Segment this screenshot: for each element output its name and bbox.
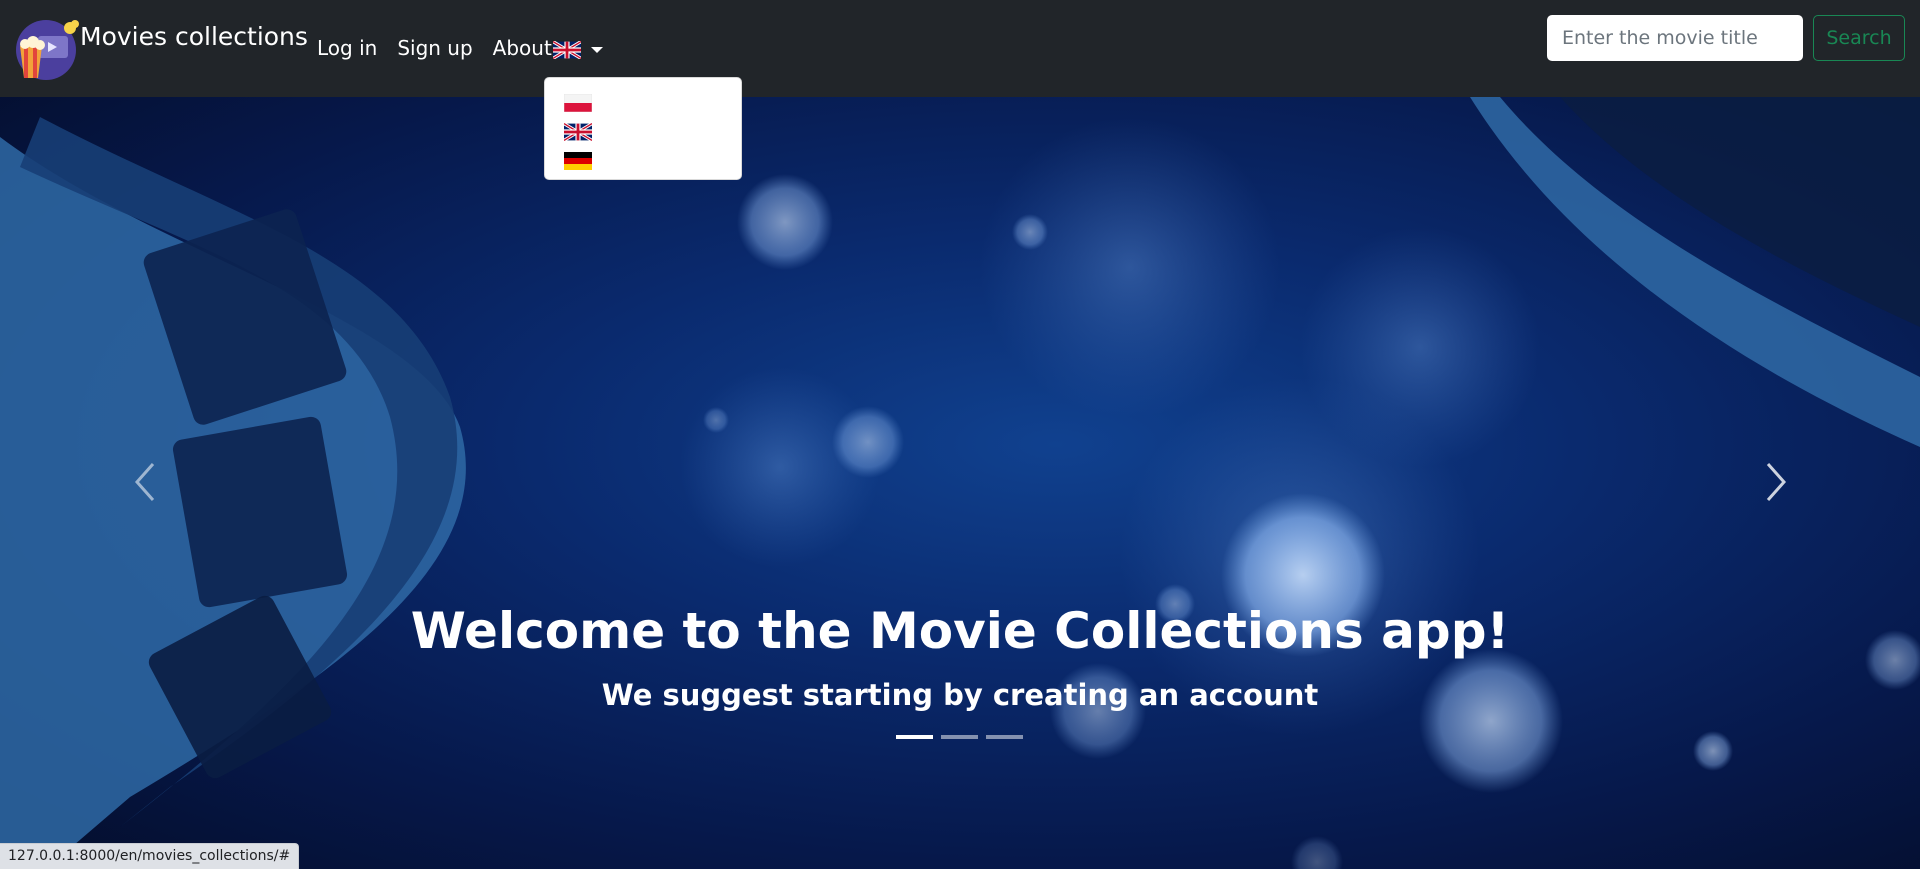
signup-link[interactable]: Sign up — [397, 36, 472, 60]
top-navbar: Movies collections Log in Sign up About … — [0, 0, 1920, 97]
carousel-indicator-3[interactable] — [986, 735, 1023, 739]
carousel-indicator-1[interactable] — [896, 735, 933, 739]
chevron-left-icon — [134, 463, 155, 501]
language-option-polish[interactable] — [545, 94, 741, 121]
uk-flag-icon — [564, 123, 592, 141]
language-dropdown-toggle[interactable] — [553, 41, 603, 59]
hero-subtitle: We suggest starting by creating an accou… — [601, 678, 1319, 712]
language-option-english[interactable] — [545, 123, 741, 150]
chevron-down-icon — [591, 47, 603, 53]
germany-flag-icon — [564, 152, 592, 170]
browser-status-url: 127.0.0.1:8000/en/movies_collections/# — [0, 843, 300, 869]
film-reel-background-image — [0, 97, 1920, 869]
hero-carousel — [0, 97, 1920, 869]
search-button[interactable]: Search — [1813, 15, 1905, 61]
carousel-next-button[interactable] — [1756, 457, 1796, 507]
movie-search-input[interactable] — [1547, 15, 1803, 61]
carousel-indicators — [896, 735, 1023, 739]
brand-title: Movies collections — [80, 22, 308, 51]
brand[interactable]: Movies collections — [12, 16, 308, 80]
language-menu — [544, 77, 742, 180]
chevron-right-icon — [1766, 463, 1787, 501]
about-link[interactable]: About — [493, 36, 552, 60]
carousel-prev-button[interactable] — [125, 457, 165, 507]
popcorn-logo-icon — [16, 20, 79, 80]
language-option-german[interactable] — [545, 152, 741, 179]
carousel-indicator-2[interactable] — [941, 735, 978, 739]
poland-flag-icon — [564, 94, 592, 112]
uk-flag-icon — [553, 41, 581, 59]
login-link[interactable]: Log in — [317, 36, 377, 60]
nav-links: Log in Sign up About — [317, 36, 572, 60]
hero-title: Welcome to the Movie Collections app! — [410, 602, 1510, 660]
